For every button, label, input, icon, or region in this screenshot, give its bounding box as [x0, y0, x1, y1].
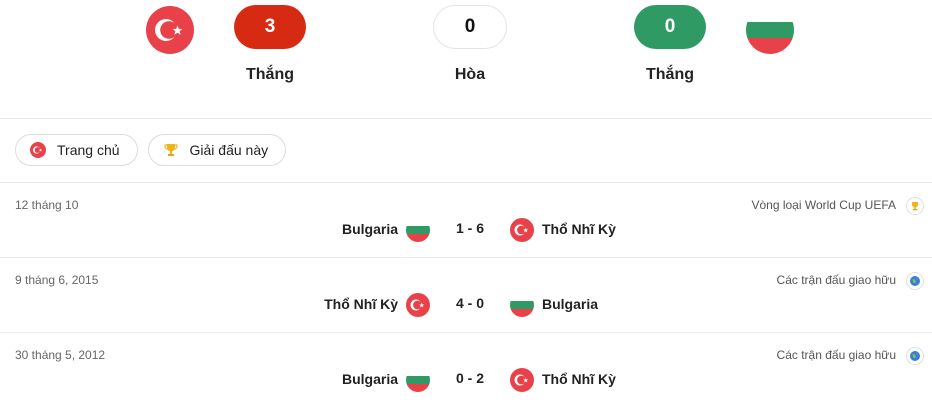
- home-team-name: Thổ Nhĩ Kỳ: [324, 296, 398, 312]
- match-score: 0 - 2: [455, 370, 484, 386]
- turkey-flag-icon: [406, 293, 430, 317]
- bulgaria-flag-icon: [406, 368, 430, 392]
- home-team-name: Bulgaria: [341, 221, 398, 237]
- home-wins-badge: 3: [234, 5, 306, 49]
- filter-home-label: Trang chủ: [57, 142, 120, 158]
- draws-label: Hòa: [454, 66, 486, 83]
- filter-this-tournament-button[interactable]: Giải đấu này: [147, 134, 287, 166]
- match-row[interactable]: 9 tháng 6, 2015 Các trận đấu giao hữu Th…: [0, 258, 932, 333]
- globe-icon: [906, 272, 924, 290]
- match-row[interactable]: 30 tháng 5, 2012 Các trận đấu giao hữu B…: [0, 333, 932, 408]
- filter-chips: Trang chủ Giải đấu này: [15, 134, 287, 166]
- match-score: 1 - 6: [455, 220, 484, 236]
- turkey-flag-icon: [510, 218, 534, 242]
- turkey-flag-icon: [510, 368, 534, 392]
- away-wins-badge: 0: [634, 5, 706, 49]
- globe-icon: [906, 347, 924, 365]
- draws-badge: 0: [433, 5, 507, 49]
- head-to-head-summary: 3 Thắng 0 Hòa 0 Thắng: [0, 0, 932, 118]
- away-team-name: Thổ Nhĩ Kỳ: [542, 221, 616, 237]
- filter-home-button[interactable]: Trang chủ: [15, 134, 138, 166]
- trophy-icon: [906, 197, 924, 215]
- away-team-name: Thổ Nhĩ Kỳ: [542, 371, 616, 387]
- filter-this-tournament-label: Giải đấu này: [189, 142, 269, 158]
- bulgaria-flag-icon: [406, 218, 430, 242]
- away-team-name: Bulgaria: [542, 296, 599, 312]
- home-wins-label: Thắng: [246, 66, 294, 83]
- away-wins-label: Thắng: [646, 66, 694, 83]
- turkey-flag-icon: [29, 141, 47, 159]
- bulgaria-flag-icon: [510, 293, 534, 317]
- competition-name: Các trận đấu giao hữu: [776, 348, 896, 362]
- match-row[interactable]: 12 tháng 10 Vòng loại World Cup UEFA Bul…: [0, 183, 932, 258]
- match-date: 12 tháng 10: [15, 198, 79, 212]
- competition-name: Các trận đấu giao hữu: [776, 273, 896, 287]
- competition-name: Vòng loại World Cup UEFA: [751, 198, 896, 212]
- match-date: 9 tháng 6, 2015: [15, 273, 99, 287]
- divider: [0, 118, 932, 119]
- turkey-flag-icon: [146, 6, 194, 54]
- trophy-icon: [162, 141, 180, 159]
- match-date: 30 tháng 5, 2012: [15, 348, 106, 362]
- bulgaria-flag-icon: [746, 6, 794, 54]
- match-score: 4 - 0: [455, 295, 484, 311]
- home-team-name: Bulgaria: [341, 371, 398, 387]
